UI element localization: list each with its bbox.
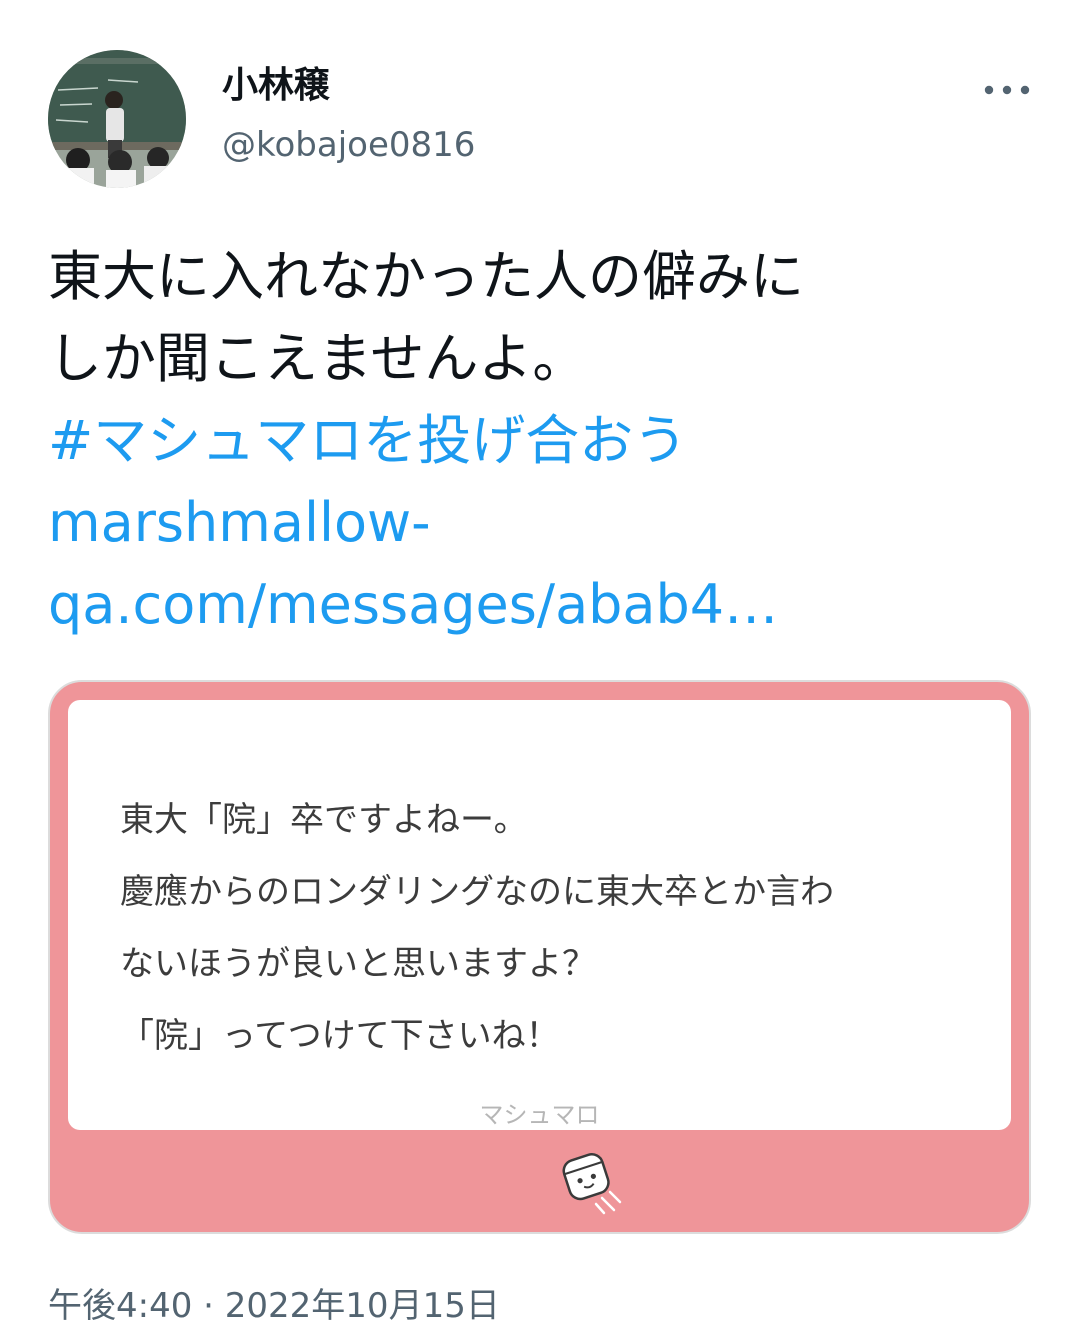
more-options-button[interactable] xyxy=(975,68,1039,112)
more-horizontal-icon xyxy=(984,85,1030,95)
hashtag-link[interactable]: #マシュマロを投げ合おう xyxy=(48,400,1038,482)
card-message: 東大「院」卒ですよねー。 慶應からのロンダリングなのに東大卒とか言わ ないほうが… xyxy=(120,784,980,1072)
url-link-line[interactable]: qa.com/messages/abab4… xyxy=(48,564,1038,646)
card-message-line: ないほうが良いと思いますよ？ xyxy=(120,944,596,984)
classroom-photo-avatar xyxy=(48,50,186,188)
card-brand-label: マシュマロ xyxy=(479,1101,600,1129)
tweet-text: 東大に入れなかった人の僻みに しか聞こえませんよ。 #マシュマロを投げ合おう m… xyxy=(48,236,1038,646)
avatar[interactable] xyxy=(48,50,186,188)
marshmallow-mascot-icon xyxy=(562,1153,622,1215)
card-message-panel: 東大「院」卒ですよねー。 慶應からのロンダリングなのに東大卒とか言わ ないほうが… xyxy=(68,700,1011,1130)
author-display-name[interactable]: 小林穣 xyxy=(222,62,330,110)
tweet-text-line: しか聞こえませんよ。 xyxy=(48,327,587,390)
card-message-line: 「院」ってつけて下さいね！ xyxy=(120,1016,560,1056)
author-handle[interactable]: @kobajoe0816 xyxy=(222,122,475,168)
card-message-line: 東大「院」卒ですよねー。 xyxy=(120,800,528,840)
tweet-timestamp[interactable]: 午後4:40 · 2022年10月15日 xyxy=(48,1283,500,1329)
card-message-line: 慶應からのロンダリングなのに東大卒とか言わ xyxy=(120,872,834,912)
tweet-text-line: 東大に入れなかった人の僻みに xyxy=(48,245,804,308)
attached-image-card[interactable]: 東大「院」卒ですよねー。 慶應からのロンダリングなのに東大卒とか言わ ないほうが… xyxy=(48,680,1031,1234)
url-link-line[interactable]: marshmallow- xyxy=(48,482,1038,564)
